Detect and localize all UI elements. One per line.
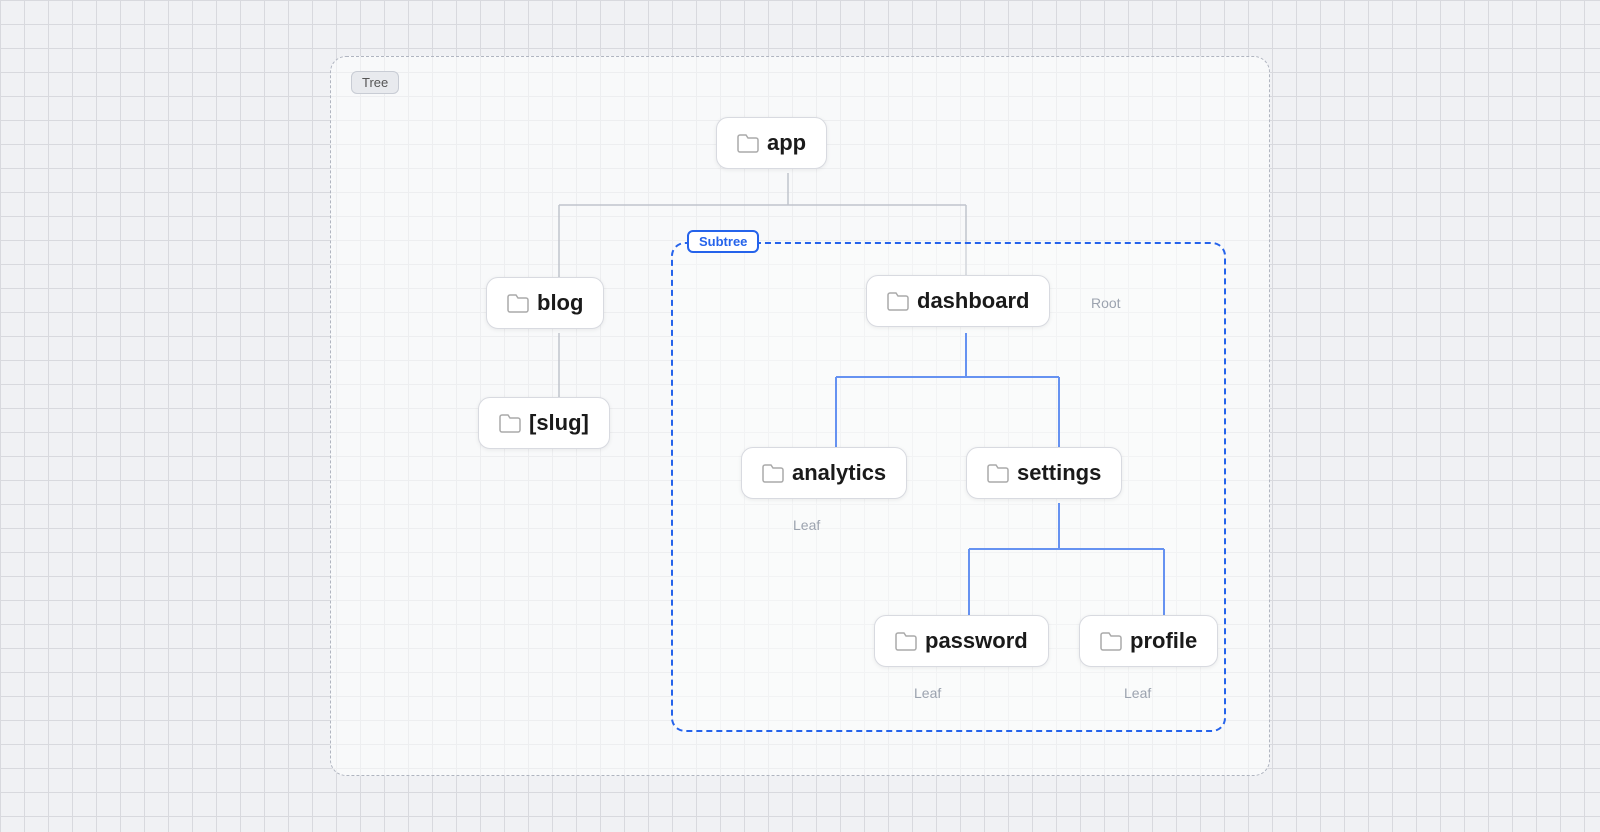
folder-icon-settings (987, 463, 1009, 483)
node-password-label: password (925, 628, 1028, 654)
folder-icon-analytics (762, 463, 784, 483)
folder-icon-blog (507, 293, 529, 313)
node-profile-label: profile (1130, 628, 1197, 654)
folder-icon-dashboard (887, 291, 909, 311)
node-settings[interactable]: settings (966, 447, 1122, 499)
dashboard-node-label: Root (1091, 295, 1121, 311)
node-dashboard-label: dashboard (917, 288, 1029, 314)
node-slug-label: [slug] (529, 410, 589, 436)
folder-icon-app (737, 133, 759, 153)
node-blog-label: blog (537, 290, 583, 316)
canvas-label: Tree (351, 71, 399, 94)
node-dashboard[interactable]: dashboard (866, 275, 1050, 327)
password-node-label: Leaf (914, 685, 941, 701)
node-blog[interactable]: blog (486, 277, 604, 329)
folder-icon-slug (499, 413, 521, 433)
subtree-label: Subtree (687, 230, 759, 253)
node-app[interactable]: app (716, 117, 827, 169)
folder-icon-password (895, 631, 917, 651)
node-app-label: app (767, 130, 806, 156)
node-analytics-label: analytics (792, 460, 886, 486)
node-slug[interactable]: [slug] (478, 397, 610, 449)
node-profile[interactable]: profile (1079, 615, 1218, 667)
folder-icon-profile (1100, 631, 1122, 651)
profile-node-label: Leaf (1124, 685, 1151, 701)
node-password[interactable]: password (874, 615, 1049, 667)
node-settings-label: settings (1017, 460, 1101, 486)
analytics-node-label: Leaf (793, 517, 820, 533)
canvas: Tree Subtree app blog (330, 56, 1270, 776)
node-analytics[interactable]: analytics (741, 447, 907, 499)
